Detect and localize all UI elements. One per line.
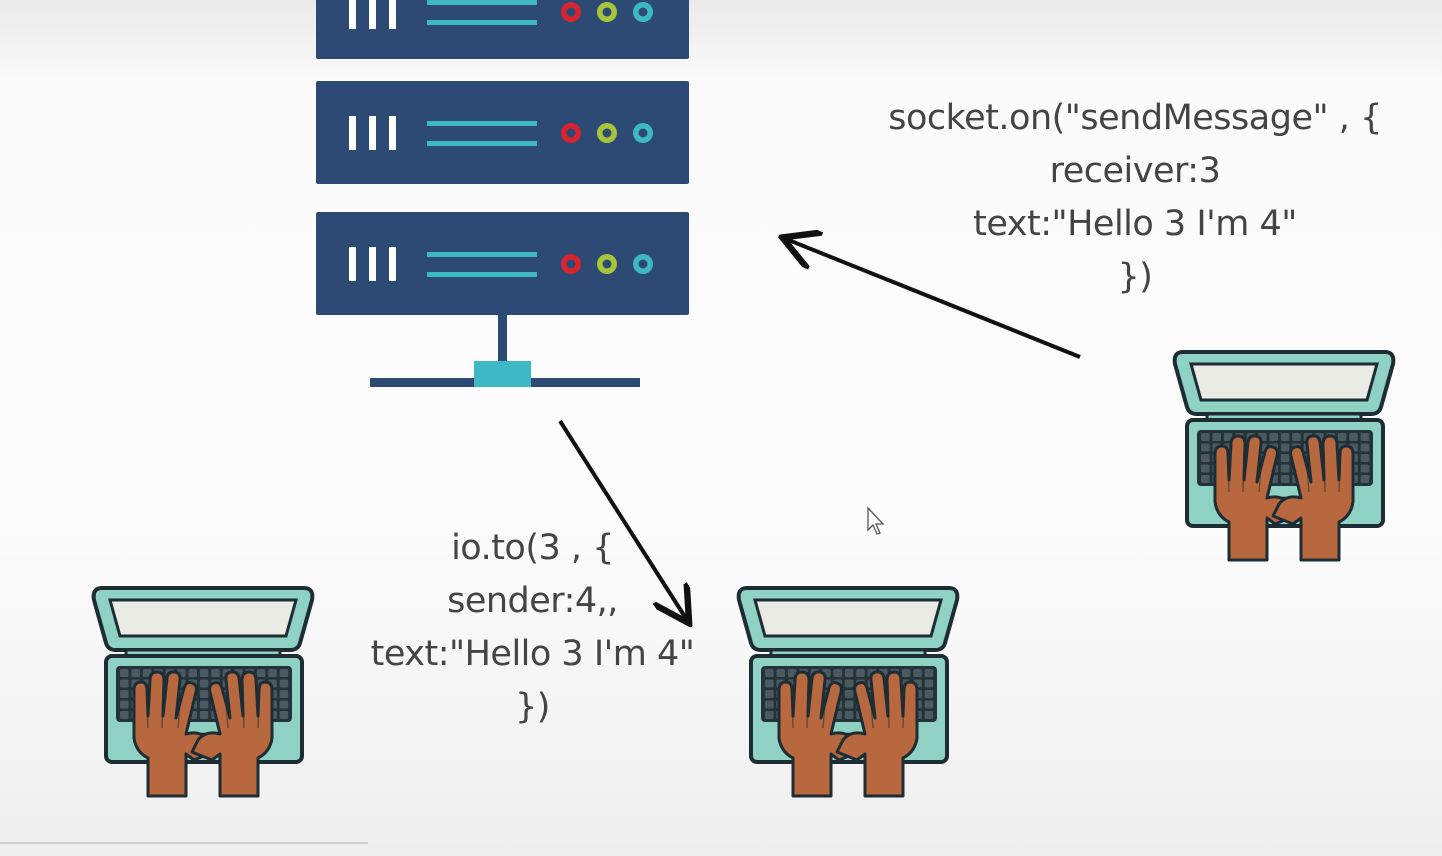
vent-bar bbox=[369, 116, 376, 150]
server-icon bbox=[316, 0, 689, 387]
vent-bar bbox=[349, 247, 356, 281]
vent-bar bbox=[349, 116, 356, 150]
code-line: socket.on("sendMessage" , { bbox=[888, 98, 1382, 138]
laptop-screen bbox=[1189, 362, 1379, 402]
send-message-code: socket.on("sendMessage" , { receiver:3 t… bbox=[880, 92, 1390, 304]
stripe bbox=[427, 121, 537, 126]
diagram-canvas: socket.on("sendMessage" , { receiver:3 t… bbox=[0, 0, 1442, 856]
code-line: sender:4,, bbox=[447, 581, 618, 621]
divider bbox=[0, 842, 368, 844]
server-connector bbox=[474, 361, 531, 387]
server-unit bbox=[316, 212, 689, 315]
vent-bar bbox=[369, 0, 376, 29]
laptop-typing-icon bbox=[1172, 350, 1396, 562]
vent-bar bbox=[369, 247, 376, 281]
stripe bbox=[427, 252, 537, 257]
code-line: text:"Hello 3 I'm 4" bbox=[973, 204, 1297, 244]
stripe bbox=[427, 20, 537, 25]
stripe bbox=[427, 0, 537, 5]
laptop-typing-icon bbox=[91, 586, 315, 798]
vent-bar bbox=[389, 247, 396, 281]
vent-bar bbox=[349, 0, 356, 29]
laptop-screen bbox=[108, 598, 298, 638]
code-line: }) bbox=[1117, 257, 1153, 297]
code-line: receiver:3 bbox=[1049, 151, 1221, 191]
laptop-typing-icon bbox=[736, 586, 960, 798]
code-line: io.to(3 , { bbox=[451, 528, 614, 568]
server-unit bbox=[316, 0, 689, 59]
stripe bbox=[427, 141, 537, 146]
vent-bar bbox=[389, 116, 396, 150]
vent-bar bbox=[389, 0, 396, 29]
code-line: }) bbox=[515, 687, 550, 727]
emit-code: io.to(3 , { sender:4,, text:"Hello 3 I'm… bbox=[360, 522, 705, 734]
server-unit bbox=[316, 81, 689, 184]
server-stand bbox=[498, 315, 507, 363]
laptop-screen bbox=[753, 598, 943, 638]
mouse-cursor-icon bbox=[867, 506, 885, 535]
code-line: text:"Hello 3 I'm 4" bbox=[370, 634, 695, 674]
stripe bbox=[427, 272, 537, 277]
